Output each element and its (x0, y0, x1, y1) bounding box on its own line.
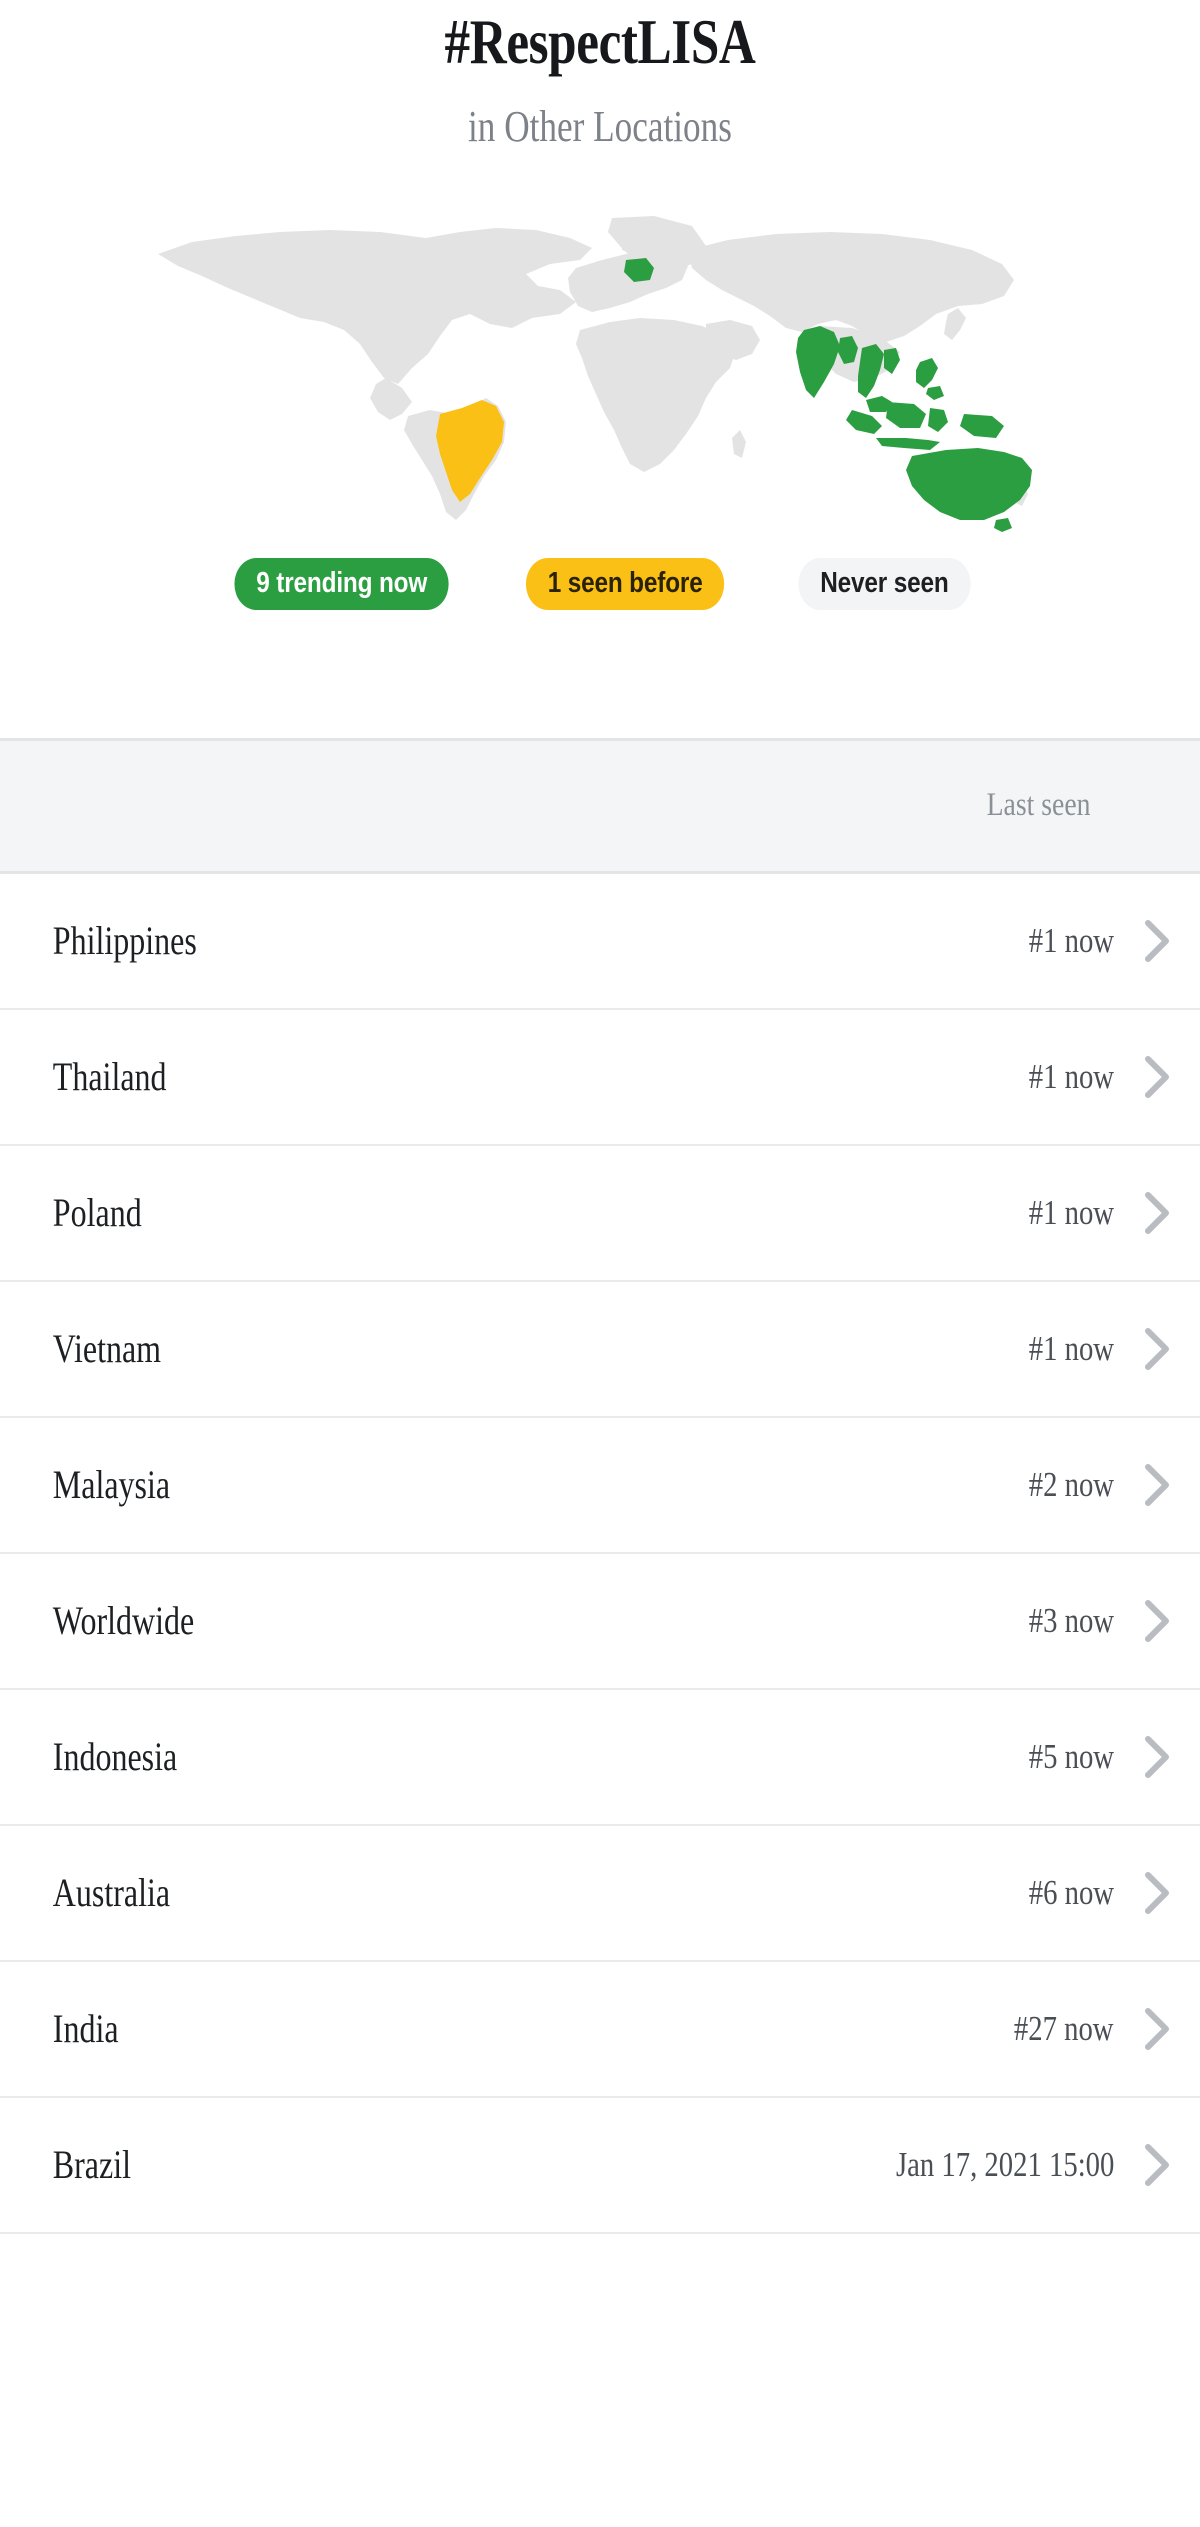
chevron-right-icon[interactable] (1114, 2142, 1200, 2188)
map-country-indonesia-sulawesi[interactable] (928, 407, 948, 432)
page-header: #RespectLISA in Other Locations (0, 0, 1200, 154)
map-country-indonesia-sumatra[interactable] (846, 409, 882, 434)
legend-pill-seen-before[interactable]: 1 seen before (526, 557, 725, 610)
map-country-indonesia-borneo[interactable] (886, 401, 926, 428)
location-name: Vietnam (52, 1326, 162, 1372)
map-legend: 9 trending now 1 seen before Never seen (0, 557, 1200, 610)
chevron-right-icon[interactable] (1114, 1598, 1200, 1644)
location-name: Thailand (52, 1054, 167, 1100)
table-row[interactable]: Philippines #1 now (0, 873, 1200, 1010)
table-row[interactable]: India #27 now (0, 1961, 1200, 2098)
location-name: Poland (52, 1190, 142, 1236)
table-row[interactable]: Australia #6 now (0, 1825, 1200, 1962)
world-map[interactable] (140, 202, 1060, 532)
table-row[interactable]: Brazil Jan 17, 2021 15:00 (0, 2097, 1200, 2234)
map-country-philippines[interactable] (916, 357, 938, 388)
legend-pill-never-seen[interactable]: Never seen (797, 557, 970, 610)
table-row[interactable]: Malaysia #2 now (0, 1417, 1200, 1554)
location-name: Brazil (52, 2142, 131, 2188)
location-name: India (52, 2006, 119, 2052)
table-row[interactable]: Poland #1 now (0, 1145, 1200, 1282)
table-row[interactable]: Worldwide #3 now (0, 1553, 1200, 1690)
location-value: #3 now (1028, 1600, 1114, 1640)
chevron-right-icon[interactable] (1114, 1462, 1200, 1508)
chevron-right-icon[interactable] (1114, 1190, 1200, 1236)
location-name: Australia (52, 1870, 171, 1916)
column-header-last-seen: Last seen (986, 787, 1091, 824)
world-map-container (0, 202, 1200, 532)
location-value: #27 now (1014, 2008, 1114, 2048)
location-value: #2 now (1028, 1464, 1114, 1504)
location-value: #1 now (1028, 920, 1114, 960)
location-value: #5 now (1028, 1736, 1114, 1776)
legend-pill-trending[interactable]: 9 trending now (234, 557, 449, 610)
map-country-india[interactable] (796, 325, 840, 398)
chevron-right-icon[interactable] (1114, 1054, 1200, 1100)
location-name: Malaysia (52, 1462, 171, 1508)
map-country-indonesia-papua[interactable] (960, 413, 1004, 438)
chevron-right-icon[interactable] (1114, 918, 1200, 964)
map-country-indonesia-java[interactable] (876, 437, 940, 450)
chevron-right-icon[interactable] (1114, 1734, 1200, 1780)
location-value: #1 now (1028, 1192, 1114, 1232)
location-value: #1 now (1028, 1056, 1114, 1096)
table-row[interactable]: Indonesia #5 now (0, 1689, 1200, 1826)
chevron-right-icon[interactable] (1114, 1870, 1200, 1916)
location-value: #1 now (1028, 1328, 1114, 1368)
table-row[interactable]: Vietnam #1 now (0, 1281, 1200, 1418)
location-name: Philippines (52, 918, 197, 964)
location-name: Worldwide (52, 1598, 195, 1644)
chevron-right-icon[interactable] (1114, 1326, 1200, 1372)
location-name: Indonesia (52, 1734, 178, 1780)
locations-table: Last seen Philippines #1 now Thailand #1… (0, 737, 1200, 2234)
map-country-australia[interactable] (906, 447, 1032, 520)
page-title: #RespectLISA (444, 6, 756, 77)
page-subtitle: in Other Locations (468, 102, 732, 152)
location-value: Jan 17, 2021 15:00 (895, 2144, 1114, 2184)
location-value: #6 now (1028, 1872, 1114, 1912)
table-header-row: Last seen (0, 740, 1200, 874)
map-country-philippines-mindanao[interactable] (926, 385, 944, 400)
map-country-tasmania[interactable] (994, 517, 1012, 532)
chevron-right-icon[interactable] (1114, 2006, 1200, 2052)
table-row[interactable]: Thailand #1 now (0, 1009, 1200, 1146)
